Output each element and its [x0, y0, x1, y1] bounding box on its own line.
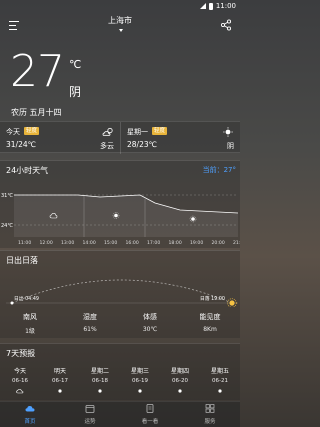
day-date: 06-20 — [172, 378, 188, 384]
sunny-icon — [138, 389, 142, 393]
sunny-icon — [58, 389, 62, 393]
week-day[interactable]: 今天 06-16 — [0, 366, 40, 396]
battery-icon — [208, 2, 213, 10]
stat-wind: 南风 1级 — [0, 312, 60, 335]
stat-label: 体感 — [143, 313, 157, 321]
aqi-badge: 轻度 — [24, 127, 40, 135]
weather-stats: 南风 1级 湿度 61% 体感 30℃ 能见度 8Km — [0, 312, 240, 335]
hour-tick-label: 15:00 — [104, 240, 117, 246]
location-arrow-icon — [119, 29, 123, 32]
share-icon[interactable] — [220, 19, 232, 31]
stat-feels-like: 体感 30℃ — [120, 312, 180, 335]
sunny-icon — [98, 389, 102, 393]
hour-tick-label: 11:00 — [18, 240, 31, 246]
day-name: 星期五 — [210, 368, 229, 375]
hour-tick-label: 18:00 — [169, 240, 182, 246]
sunny-icon — [223, 127, 233, 137]
day-name: 明天 — [53, 368, 66, 375]
sun-arc: 日出 04:49 日落 19:00 — [6, 279, 238, 307]
today-card[interactable]: 今天 轻度 31/24℃ 多云 — [0, 122, 120, 154]
tab-fortune[interactable]: 运势 — [60, 402, 120, 427]
tab-browse[interactable]: 看一看 — [120, 402, 180, 427]
sunny-icon — [218, 389, 222, 393]
temperature-unit: ℃ — [69, 58, 82, 71]
tab-label: 服务 — [204, 419, 216, 425]
day-name: 星期四 — [170, 368, 189, 375]
top-bar: 上海市 — [0, 14, 240, 36]
today-range: 31/24℃ — [6, 140, 37, 149]
today-condition: 多云 — [100, 142, 114, 150]
stat-value: 61% — [83, 326, 97, 333]
week-panel: 7天预报 今天 06-16 明天 06-17 星期二 06-18 星期三 06-19 星… — [0, 343, 240, 400]
tab-label: 运势 — [84, 419, 96, 425]
today-tomorrow-panel: 今天 轻度 31/24℃ 多云 星期一 轻度 28/23℃ 阴 — [0, 121, 240, 154]
hourly-title: 24小时天气 — [6, 166, 49, 175]
day-name: 今天 — [13, 368, 26, 375]
tab-services[interactable]: 服务 — [180, 402, 240, 427]
stat-value: 30℃ — [142, 326, 158, 333]
current-condition: 阴 — [69, 85, 82, 99]
hour-tick-label: 21:00 — [233, 240, 240, 246]
sun-panel: 日出日落 日出 04:49 日落 19:00 南风 1级 湿度 61% 体感 30℃ … — [0, 250, 240, 338]
stat-label: 能见度 — [199, 313, 221, 321]
week-day[interactable]: 星期三 06-19 — [120, 366, 160, 396]
stat-visibility: 能见度 8Km — [180, 312, 240, 335]
week-days: 今天 06-16 明天 06-17 星期二 06-18 星期三 06-19 星期四 06-… — [0, 366, 240, 396]
book-icon — [146, 404, 154, 413]
current-temperature: 27 — [10, 46, 65, 97]
status-bar: 11:00 — [0, 0, 240, 12]
day-date: 06-18 — [92, 378, 108, 384]
hour-tick-label: 16:00 — [126, 240, 139, 246]
day-name: 星期三 — [130, 368, 149, 375]
signal-icon — [199, 3, 206, 9]
status-time: 11:00 — [215, 2, 236, 10]
bottom-tab-bar: 首页 运势 看一看 服务 — [0, 401, 240, 427]
hour-tick-label: 17:00 — [147, 240, 160, 246]
tomorrow-condition: 阴 — [227, 142, 234, 150]
today-label: 今天 — [6, 128, 20, 136]
sunset-time: 日落 19:00 — [200, 295, 225, 302]
hour-tick-label: 19:00 — [190, 240, 203, 246]
hourly-y-high: 31℃ — [1, 193, 13, 199]
lunar-date: 农历 五月十四 — [11, 108, 62, 117]
day-name: 星期二 — [90, 368, 109, 375]
stat-humidity: 湿度 61% — [60, 312, 120, 335]
tab-label: 首页 — [24, 419, 36, 425]
hour-tick-label: 12:00 — [40, 240, 53, 246]
sunrise-time: 日出 04:49 — [14, 295, 39, 302]
tab-home[interactable]: 首页 — [0, 402, 60, 427]
cloud-icon — [25, 405, 35, 412]
grid-icon — [205, 404, 215, 413]
tomorrow-card[interactable]: 星期一 轻度 28/23℃ 阴 — [120, 122, 240, 154]
hour-tick-label: 13:00 — [61, 240, 74, 246]
hour-tick-label: 20:00 — [212, 240, 225, 246]
hourly-y-low: 24℃ — [1, 223, 13, 229]
stat-value: 1级 — [25, 328, 35, 335]
hourly-panel: 24小时天气 当前：27° 31℃ 24℃ 11:00 12:00 13:00 14:… — [0, 160, 240, 248]
tab-label: 看一看 — [141, 419, 159, 425]
stat-value: 8Km — [203, 326, 217, 333]
partly-cloudy-icon — [102, 127, 113, 136]
tomorrow-range: 28/23℃ — [127, 140, 158, 149]
hourly-chart[interactable]: 31℃ 24℃ 11:00 12:00 13:00 14:00 15:00 16:00 17… — [0, 177, 240, 247]
aqi-badge: 轻度 — [152, 127, 168, 135]
day-date: 06-16 — [12, 378, 28, 384]
hour-tick-label: 14:00 — [83, 240, 96, 246]
stat-label: 湿度 — [83, 313, 97, 321]
day-date: 06-17 — [52, 378, 68, 384]
day-date: 06-21 — [212, 378, 228, 384]
current-temp-label: 当前：27° — [202, 166, 236, 174]
week-day[interactable]: 星期五 06-21 — [200, 366, 240, 396]
day-date: 06-19 — [132, 378, 148, 384]
city-title[interactable]: 上海市 — [0, 15, 240, 26]
tomorrow-label: 星期一 — [127, 128, 148, 136]
sunny-icon — [178, 389, 182, 393]
week-day[interactable]: 明天 06-17 — [40, 366, 80, 396]
cloud-icon — [16, 389, 24, 394]
week-day[interactable]: 星期二 06-18 — [80, 366, 120, 396]
week-day[interactable]: 星期四 06-20 — [160, 366, 200, 396]
stat-label: 南风 — [23, 313, 37, 321]
week-title: 7天预报 — [6, 349, 36, 358]
calendar-icon — [85, 405, 95, 413]
